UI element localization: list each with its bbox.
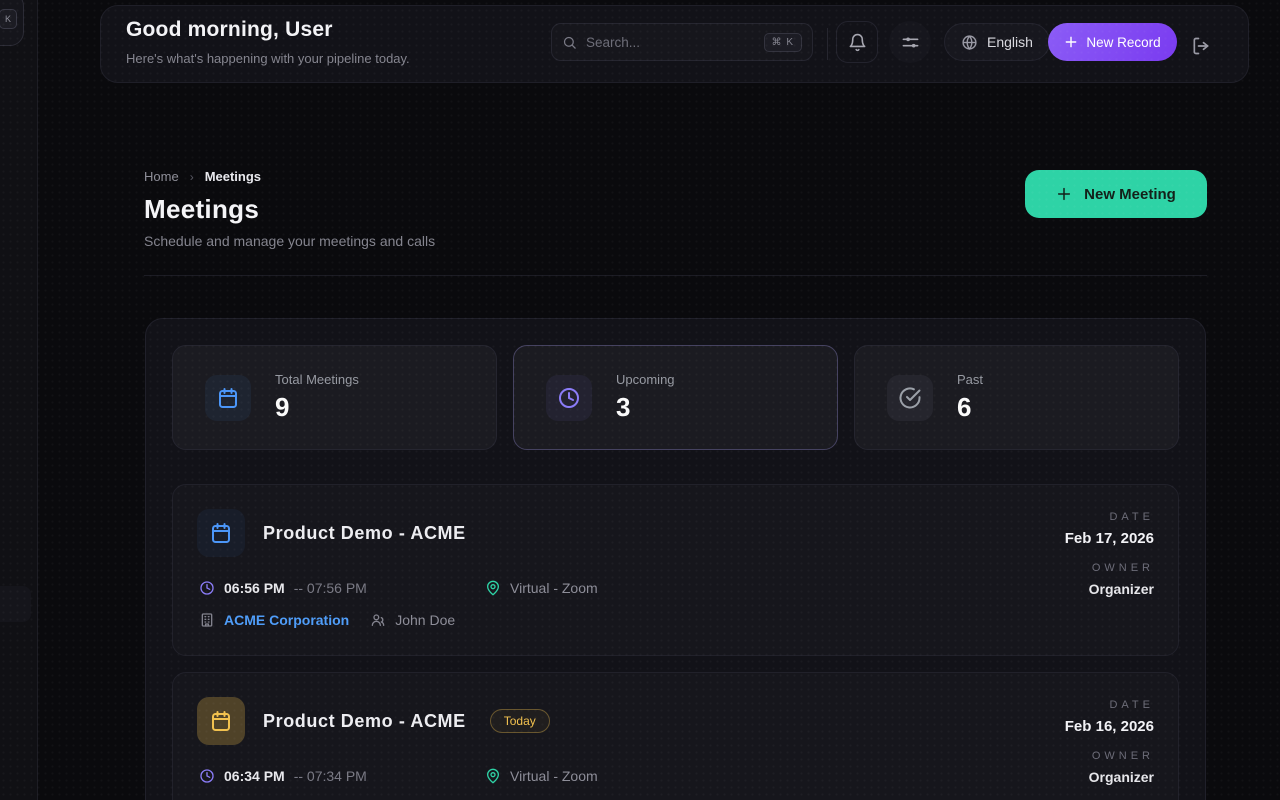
map-pin-icon	[485, 580, 501, 596]
stat-card-past: Past 6	[854, 345, 1179, 450]
meeting-start-time: 06:34 PM	[224, 768, 285, 784]
search-icon	[562, 35, 577, 50]
clock-icon	[199, 768, 215, 784]
clock-icon	[546, 375, 592, 421]
stat-value: 3	[616, 392, 675, 423]
date-value: Feb 17, 2026	[1065, 530, 1154, 547]
sidebar-collapsed-edge: K	[0, 0, 38, 800]
breadcrumb-home-link[interactable]: Home	[144, 169, 179, 184]
stat-card-upcoming: Upcoming 3	[513, 345, 838, 450]
meeting-meta-row: 06:56 PM -- 07:56 PM Virtual - Zoom	[199, 580, 1154, 596]
meeting-card[interactable]: Product Demo - ACME Today 06:34 PM -- 07…	[172, 672, 1179, 800]
bell-icon	[848, 33, 867, 52]
check-circle-icon	[887, 375, 933, 421]
stat-label: Total Meetings	[275, 372, 359, 387]
owner-value: Organizer	[1065, 769, 1154, 785]
meeting-contact-name: John Doe	[395, 612, 455, 628]
date-label: DATE	[1065, 511, 1154, 523]
meeting-side-info: DATE Feb 16, 2026 OWNER Organizer	[1065, 699, 1154, 785]
meeting-time: 06:34 PM -- 07:34 PM	[199, 768, 485, 784]
meeting-time: 06:56 PM -- 07:56 PM	[199, 580, 485, 596]
sidebar-search-stub[interactable]: K	[0, 0, 24, 46]
greeting-subtitle: Here's what's happening with your pipeli…	[126, 51, 410, 66]
chevron-right-icon: ›	[190, 170, 194, 184]
new-meeting-label: New Meeting	[1084, 186, 1176, 203]
meeting-start-time: 06:56 PM	[224, 580, 285, 596]
language-button[interactable]: English	[944, 23, 1050, 61]
search-box[interactable]: ⌘ K	[551, 23, 813, 61]
plus-icon	[1064, 35, 1078, 49]
stat-value: 6	[957, 392, 983, 423]
sidebar-item-stub[interactable]	[0, 586, 31, 622]
meeting-head: Product Demo - ACME Today	[197, 697, 1154, 745]
owner-label: OWNER	[1065, 562, 1154, 574]
meeting-location: Virtual - Zoom	[485, 768, 598, 784]
stat-card-total: Total Meetings 9	[172, 345, 497, 450]
page-subtitle: Schedule and manage your meetings and ca…	[144, 233, 435, 249]
today-badge: Today	[490, 709, 550, 733]
meeting-side-info: DATE Feb 17, 2026 OWNER Organizer	[1065, 511, 1154, 597]
meeting-title: Product Demo - ACME	[263, 711, 466, 732]
stat-value: 9	[275, 392, 359, 423]
logout-icon	[1191, 36, 1211, 56]
header: Good morning, User Here's what's happeni…	[100, 5, 1249, 83]
sliders-icon	[901, 33, 920, 52]
sidebar-shortcut-kbd: K	[0, 9, 17, 29]
date-label: DATE	[1065, 699, 1154, 711]
breadcrumb: Home › Meetings	[144, 169, 261, 184]
meeting-card[interactable]: Product Demo - ACME 06:56 PM -- 07:56 PM…	[172, 484, 1179, 656]
new-record-label: New Record	[1086, 35, 1160, 50]
building-icon	[199, 612, 215, 628]
meeting-location: Virtual - Zoom	[485, 580, 598, 596]
meeting-company-link[interactable]: ACME Corporation	[224, 612, 349, 628]
meeting-links-row: ACME Corporation John Doe	[199, 612, 1154, 628]
new-record-button[interactable]: New Record	[1048, 23, 1177, 61]
meeting-location-label: Virtual - Zoom	[510, 580, 598, 596]
meeting-location-label: Virtual - Zoom	[510, 768, 598, 784]
user-icon	[370, 612, 386, 628]
owner-label: OWNER	[1065, 750, 1154, 762]
stat-label: Upcoming	[616, 372, 675, 387]
owner-value: Organizer	[1065, 581, 1154, 597]
globe-icon	[961, 34, 978, 51]
meeting-meta-row: 06:34 PM -- 07:34 PM Virtual - Zoom	[199, 768, 1154, 784]
stat-label: Past	[957, 372, 983, 387]
breadcrumb-current: Meetings	[205, 169, 261, 184]
greeting-block: Good morning, User Here's what's happeni…	[126, 18, 410, 66]
calendar-icon	[205, 375, 251, 421]
meetings-panel: Total Meetings 9 Upcoming 3 Past 6	[145, 318, 1206, 800]
search-shortcut-kbd: ⌘ K	[764, 33, 802, 52]
search-input[interactable]	[586, 35, 755, 50]
page-title: Meetings	[144, 194, 259, 225]
preferences-button[interactable]	[889, 21, 931, 63]
header-divider	[827, 28, 828, 60]
stats-row: Total Meetings 9 Upcoming 3 Past 6	[172, 345, 1179, 450]
logout-button[interactable]	[1187, 32, 1215, 60]
meetings-list: Product Demo - ACME 06:56 PM -- 07:56 PM…	[172, 484, 1179, 800]
meeting-title: Product Demo - ACME	[263, 523, 466, 544]
meeting-head: Product Demo - ACME	[197, 509, 1154, 557]
date-value: Feb 16, 2026	[1065, 718, 1154, 735]
greeting-title: Good morning, User	[126, 18, 410, 42]
new-meeting-button[interactable]: New Meeting	[1025, 170, 1207, 218]
heading-divider	[144, 275, 1207, 276]
plus-icon	[1056, 186, 1072, 202]
map-pin-icon	[485, 768, 501, 784]
clock-icon	[199, 580, 215, 596]
calendar-icon	[197, 697, 245, 745]
notifications-button[interactable]	[836, 21, 878, 63]
meeting-end-time: -- 07:56 PM	[294, 580, 367, 596]
calendar-icon	[197, 509, 245, 557]
language-label: English	[987, 34, 1033, 50]
meeting-end-time: -- 07:34 PM	[294, 768, 367, 784]
